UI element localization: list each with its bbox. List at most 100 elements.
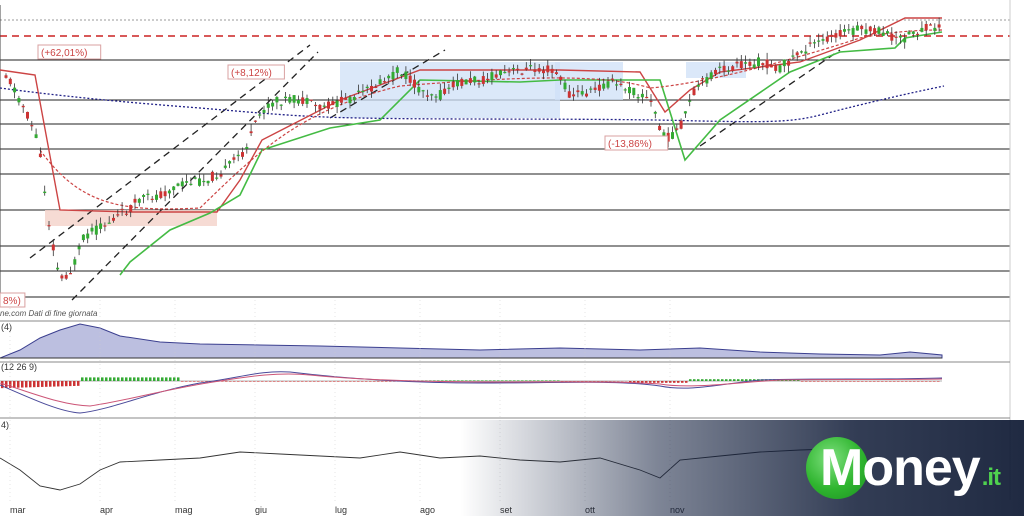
macd-bar xyxy=(877,381,880,382)
candle-body xyxy=(30,125,33,126)
candle-body xyxy=(336,101,339,107)
candlestick xyxy=(684,111,687,118)
macd-bar xyxy=(737,379,740,381)
macd-bar xyxy=(185,381,188,382)
candle-body xyxy=(108,223,111,224)
candlestick xyxy=(138,198,141,206)
candlestick xyxy=(774,64,777,73)
macd-bar xyxy=(101,377,104,381)
candlestick xyxy=(813,39,816,48)
macd-bar xyxy=(845,381,848,382)
candlestick xyxy=(22,104,25,113)
candle-body xyxy=(13,88,16,93)
candlestick xyxy=(82,234,85,242)
candlestick xyxy=(336,96,339,113)
macd-bar xyxy=(853,381,856,382)
macd-bar xyxy=(681,381,684,383)
candlestick xyxy=(465,79,468,84)
candle-body xyxy=(589,89,592,90)
candlestick xyxy=(284,92,287,103)
macd-bar xyxy=(657,381,660,383)
candlestick xyxy=(826,31,829,43)
macd-bar xyxy=(549,380,552,381)
candle-body xyxy=(198,178,201,185)
macd-bar xyxy=(493,380,496,381)
macd-bar xyxy=(85,377,88,381)
macd-bar xyxy=(281,381,284,382)
macd-bar xyxy=(741,379,744,381)
macd-bar xyxy=(721,379,724,381)
candle-body xyxy=(718,67,721,68)
candle-body xyxy=(56,268,59,270)
candle-body xyxy=(125,214,128,215)
candle-body xyxy=(387,76,390,78)
candlestick xyxy=(211,170,214,182)
candle-body xyxy=(903,38,906,42)
candle-body xyxy=(675,128,678,129)
candlestick xyxy=(787,59,790,72)
candle-body xyxy=(400,75,403,76)
candlestick xyxy=(740,55,743,70)
candle-body xyxy=(280,105,283,106)
candlestick xyxy=(168,189,171,198)
candlestick xyxy=(783,59,786,72)
candlestick xyxy=(852,26,855,41)
macd-panel: (12 26 9) xyxy=(0,362,942,413)
candlestick xyxy=(224,159,227,169)
candle-body xyxy=(607,81,610,87)
macd-bar xyxy=(497,380,500,381)
macd-bar xyxy=(201,381,204,382)
macd-bar xyxy=(361,381,364,382)
candle-body xyxy=(598,85,601,91)
macd-bar xyxy=(509,380,512,381)
macd-bar xyxy=(897,381,900,382)
candlestick xyxy=(306,95,309,108)
candle-body xyxy=(357,91,360,92)
brand-name: Money xyxy=(820,439,980,497)
macd-bar xyxy=(661,381,664,383)
candle-body xyxy=(417,87,420,92)
candle-body xyxy=(688,101,691,102)
macd-bar xyxy=(273,381,276,382)
candlestick xyxy=(228,160,231,168)
candlestick xyxy=(624,88,627,94)
macd-bar xyxy=(821,381,824,382)
macd-bar xyxy=(485,380,488,381)
candlestick xyxy=(220,170,223,178)
candle-body xyxy=(172,187,175,191)
candlestick xyxy=(78,243,81,255)
candle-body xyxy=(637,97,640,98)
macd-bar xyxy=(153,377,156,381)
candle-body xyxy=(456,80,459,86)
candlestick xyxy=(847,24,850,34)
candle-body xyxy=(52,245,55,251)
macd-bar xyxy=(857,381,860,382)
macd-bar xyxy=(145,377,148,381)
macd-bar xyxy=(53,381,56,387)
candle-body xyxy=(860,26,863,29)
macd-bar xyxy=(545,380,548,381)
candle-body xyxy=(142,195,145,197)
candle-body xyxy=(632,88,635,95)
macd-bar xyxy=(873,381,876,382)
macd-bar xyxy=(717,379,720,381)
indicator-1-area xyxy=(0,324,942,358)
candle-body xyxy=(529,65,532,66)
candlestick xyxy=(800,50,803,53)
candle-body xyxy=(791,55,794,56)
candlestick xyxy=(198,173,201,186)
month-tick-label: set xyxy=(500,505,513,515)
candle-body xyxy=(645,97,648,98)
candle-body xyxy=(263,110,266,113)
candle-body xyxy=(908,32,911,35)
macd-bar xyxy=(161,377,164,381)
candle-body xyxy=(757,57,760,66)
indicator-3-line xyxy=(0,448,860,490)
macd-bar xyxy=(325,381,328,382)
candle-body xyxy=(404,72,407,79)
candle-body xyxy=(521,74,524,75)
candle-body xyxy=(654,112,657,114)
macd-bar xyxy=(805,381,808,382)
candle-body xyxy=(435,96,438,97)
candle-body xyxy=(344,98,347,100)
